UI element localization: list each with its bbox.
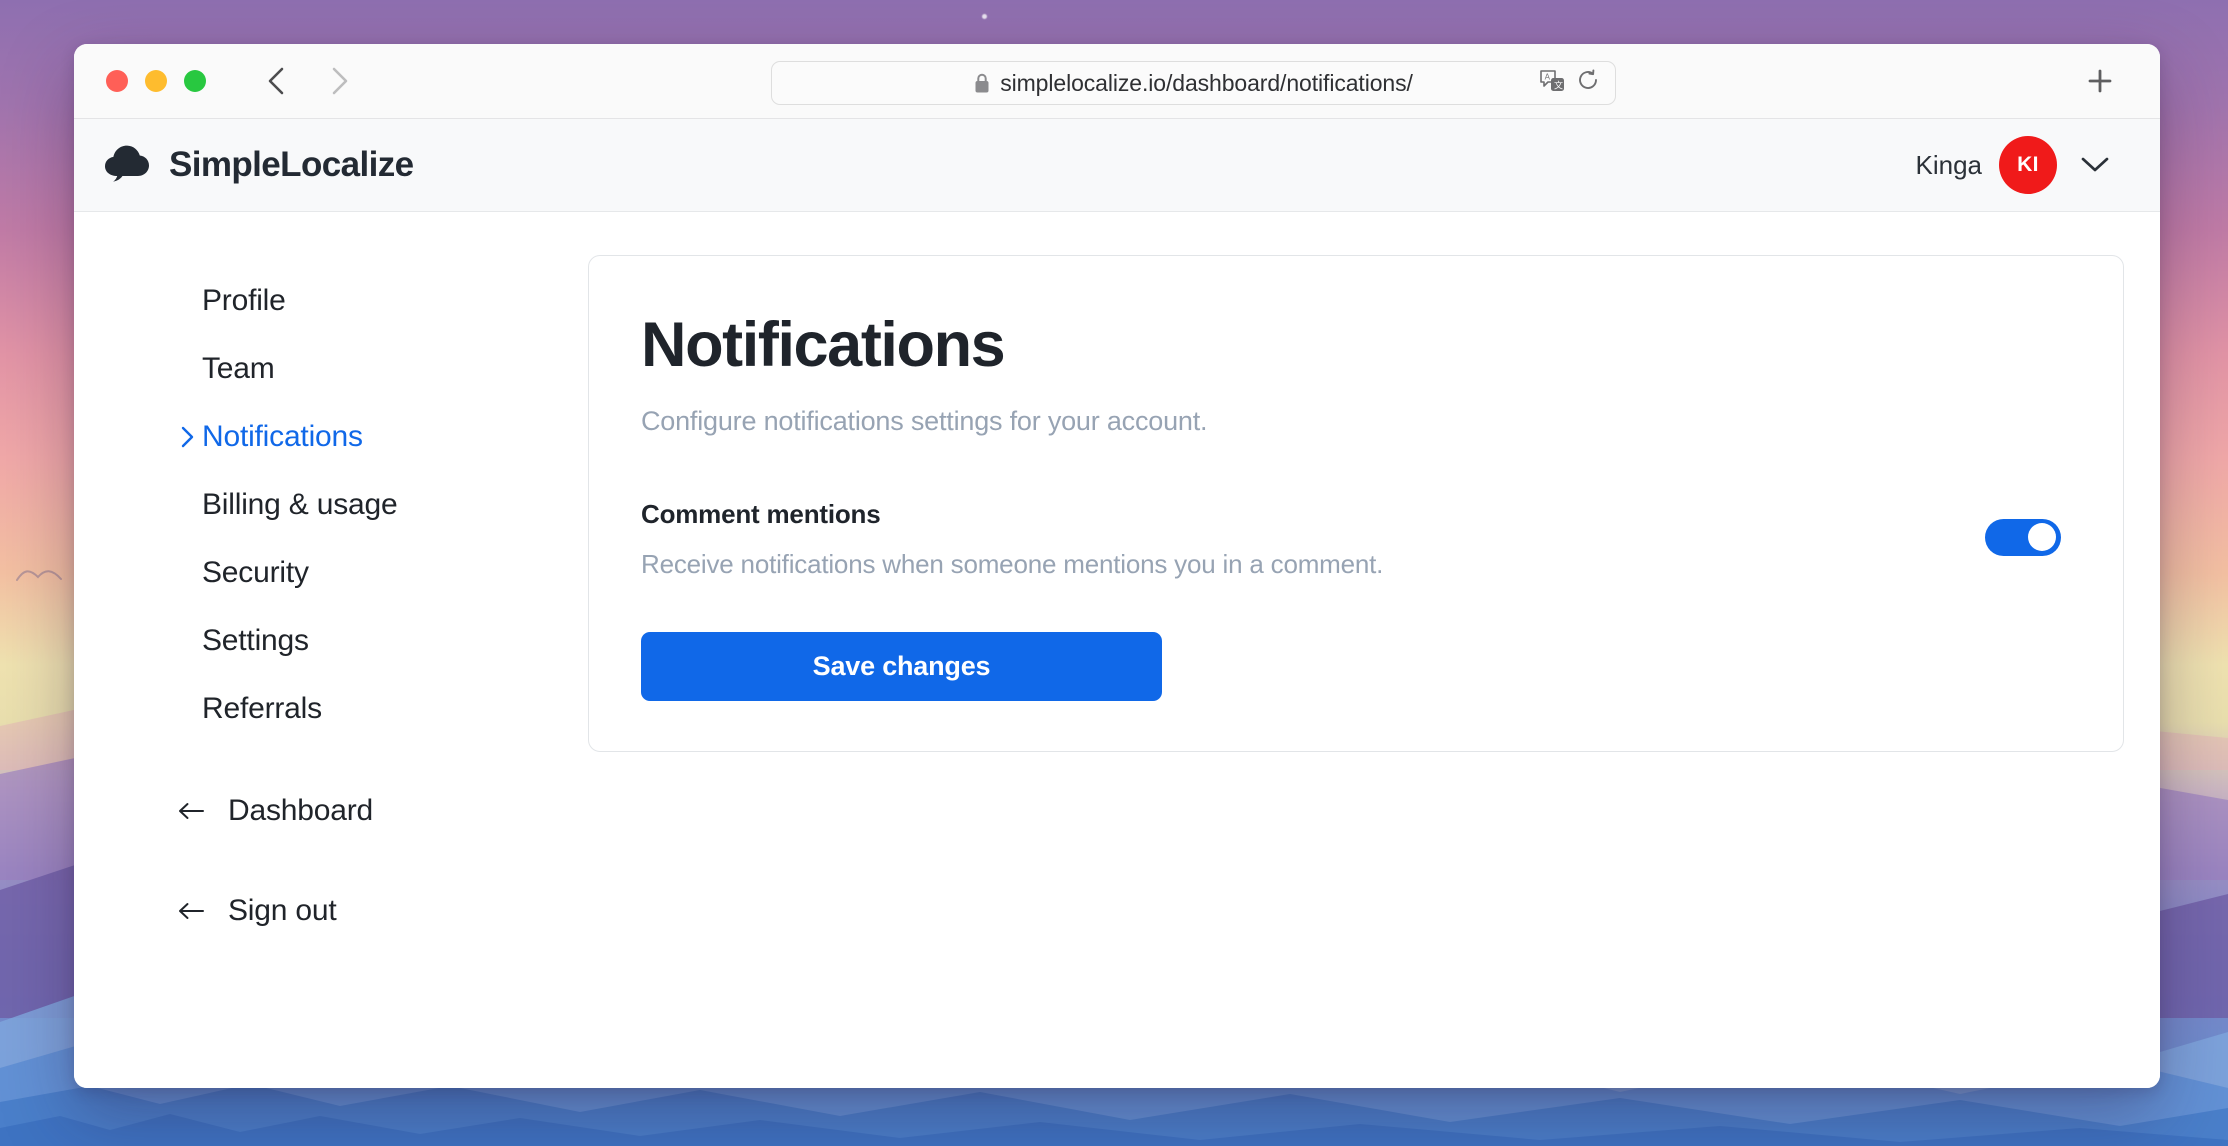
sidebar-item-team[interactable]: Team bbox=[74, 335, 564, 403]
close-window-button[interactable] bbox=[106, 70, 128, 92]
url-text: simplelocalize.io/dashboard/notification… bbox=[1000, 69, 1413, 96]
maximize-window-button[interactable] bbox=[184, 70, 206, 92]
browser-window: simplelocalize.io/dashboard/notification… bbox=[74, 44, 2160, 1088]
setting-row-comment-mentions: Comment mentions Receive notifications w… bbox=[641, 499, 2061, 580]
sidebar-item-profile[interactable]: Profile bbox=[74, 267, 564, 335]
avatar[interactable]: KI bbox=[1999, 136, 2057, 194]
sidebar-bottom-label: Sign out bbox=[228, 894, 337, 927]
app-body: Profile Team Notifications Billing & usa… bbox=[74, 212, 2160, 1088]
brand-name: SimpleLocalize bbox=[169, 145, 414, 184]
sidebar-item-label: Notifications bbox=[202, 420, 363, 453]
chevron-down-icon[interactable] bbox=[2074, 150, 2116, 180]
chevron-right-icon bbox=[180, 426, 195, 448]
sky-star bbox=[982, 14, 987, 19]
sidebar-item-label: Team bbox=[202, 352, 275, 385]
new-tab-button[interactable] bbox=[2082, 63, 2118, 99]
arrow-left-icon bbox=[178, 801, 206, 821]
brand-logo[interactable]: SimpleLocalize bbox=[104, 143, 414, 188]
bird-silhouette-icon bbox=[16, 570, 62, 581]
svg-text:A: A bbox=[1545, 72, 1551, 81]
setting-texts: Comment mentions Receive notifications w… bbox=[641, 499, 1985, 580]
chevron-left-icon bbox=[268, 67, 284, 95]
page-subtitle: Configure notifications settings for you… bbox=[641, 405, 1208, 436]
main-content: Notifications Configure notifications se… bbox=[564, 212, 2160, 1088]
arrow-left-icon bbox=[178, 901, 206, 921]
sidebar-item-label: Profile bbox=[202, 284, 286, 317]
translate-icon[interactable]: A 文 bbox=[1540, 69, 1566, 98]
save-changes-button[interactable]: Save changes bbox=[641, 631, 1162, 701]
sidebar-item-referrals[interactable]: Referrals bbox=[74, 675, 564, 743]
comment-mentions-toggle[interactable] bbox=[1985, 518, 2061, 556]
sidebar-bottom-space bbox=[74, 845, 564, 877]
user-menu[interactable]: Kinga KI bbox=[1916, 136, 2117, 194]
sidebar-item-label: Security bbox=[202, 556, 309, 589]
plus-icon bbox=[2088, 69, 2112, 93]
sidebar-bottom-label: Dashboard bbox=[228, 794, 373, 827]
app-header: SimpleLocalize Kinga KI bbox=[74, 119, 2160, 212]
window-controls bbox=[106, 70, 206, 92]
browser-toolbar: simplelocalize.io/dashboard/notification… bbox=[74, 44, 2160, 119]
sidebar-item-label: Billing & usage bbox=[202, 488, 398, 521]
sidebar-item-settings[interactable]: Settings bbox=[74, 607, 564, 675]
sidebar-item-security[interactable]: Security bbox=[74, 539, 564, 607]
page-title: Notifications bbox=[641, 310, 1006, 380]
user-name: Kinga bbox=[1915, 149, 1983, 180]
sidebar-divider-space bbox=[74, 743, 564, 777]
lock-icon bbox=[974, 73, 990, 94]
toggle-knob bbox=[2028, 523, 2056, 552]
address-bar-actions: A 文 bbox=[1540, 68, 1599, 98]
setting-label: Comment mentions bbox=[641, 498, 881, 529]
svg-text:文: 文 bbox=[1554, 79, 1563, 90]
address-bar[interactable]: simplelocalize.io/dashboard/notification… bbox=[771, 61, 1616, 105]
back-button[interactable] bbox=[260, 64, 294, 98]
notifications-card: Notifications Configure notifications se… bbox=[588, 255, 2124, 752]
forward-button[interactable] bbox=[322, 64, 356, 98]
reload-icon[interactable] bbox=[1577, 68, 1599, 98]
setting-description: Receive notifications when someone menti… bbox=[641, 548, 1384, 579]
navigation-buttons bbox=[260, 64, 356, 98]
sidebar: Profile Team Notifications Billing & usa… bbox=[74, 212, 564, 1088]
sidebar-item-billing-usage[interactable]: Billing & usage bbox=[74, 471, 564, 539]
sidebar-item-dashboard[interactable]: Dashboard bbox=[74, 777, 564, 845]
minimize-window-button[interactable] bbox=[145, 70, 167, 92]
chevron-right-icon bbox=[332, 67, 348, 95]
sidebar-item-label: Referrals bbox=[202, 692, 322, 725]
sidebar-item-label: Settings bbox=[202, 624, 309, 657]
sidebar-item-notifications[interactable]: Notifications bbox=[74, 403, 564, 471]
sidebar-item-sign-out[interactable]: Sign out bbox=[74, 877, 564, 945]
simplelocalize-cloud-logo-icon bbox=[104, 143, 150, 188]
